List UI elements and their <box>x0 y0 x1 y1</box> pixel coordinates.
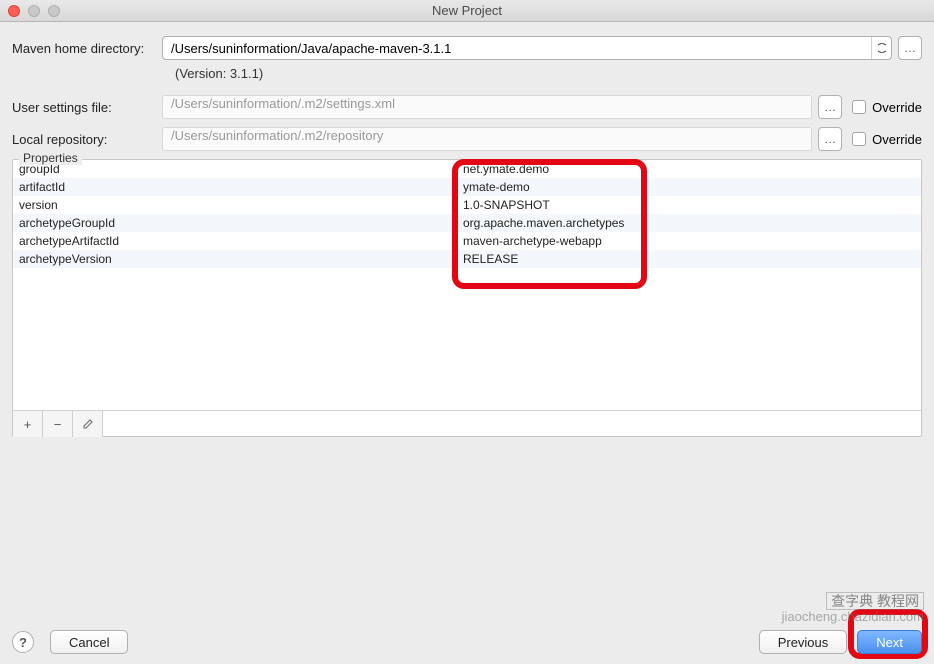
local-repo-label: Local repository: <box>12 132 162 147</box>
prop-value: RELEASE <box>457 252 921 266</box>
maven-version-text: (Version: 3.1.1) <box>175 66 922 81</box>
prop-key: artifactId <box>13 180 457 194</box>
browse-user-settings-button[interactable]: … <box>818 95 842 119</box>
prop-value: ymate-demo <box>457 180 921 194</box>
table-row[interactable]: artifactId ymate-demo <box>13 178 921 196</box>
user-settings-field: /Users/suninformation/.m2/settings.xml <box>162 95 812 119</box>
properties-legend: Properties <box>19 151 82 165</box>
table-row[interactable]: archetypeArtifactId maven-archetype-weba… <box>13 232 921 250</box>
override-user-settings-label: Override <box>872 100 922 115</box>
properties-table[interactable]: groupId net.ymate.demo artifactId ymate-… <box>13 160 921 410</box>
properties-toolbar: + − <box>13 410 921 436</box>
local-repo-value: /Users/suninformation/.m2/repository <box>171 128 383 143</box>
cancel-button[interactable]: Cancel <box>50 630 128 654</box>
override-local-repo-checkbox[interactable] <box>852 132 866 146</box>
local-repo-field: /Users/suninformation/.m2/repository <box>162 127 812 151</box>
help-button[interactable]: ? <box>12 631 34 653</box>
prop-value: net.ymate.demo <box>457 162 921 176</box>
prop-key: archetypeVersion <box>13 252 457 266</box>
user-settings-value: /Users/suninformation/.m2/settings.xml <box>171 96 395 111</box>
titlebar: New Project <box>0 0 934 22</box>
browse-local-repo-button[interactable]: … <box>818 127 842 151</box>
prop-key: archetypeGroupId <box>13 216 457 230</box>
prop-key: version <box>13 198 457 212</box>
watermark-line2: jiaocheng.chazidian.com <box>782 610 924 624</box>
prop-value: org.apache.maven.archetypes <box>457 216 921 230</box>
prop-value: 1.0-SNAPSHOT <box>457 198 921 212</box>
browse-maven-home-button[interactable]: … <box>898 36 922 60</box>
prop-key: archetypeArtifactId <box>13 234 457 248</box>
override-user-settings-checkbox[interactable] <box>852 100 866 114</box>
maven-home-value: /Users/suninformation/Java/apache-maven-… <box>171 41 451 56</box>
add-property-button[interactable]: + <box>13 411 43 437</box>
table-row[interactable]: groupId net.ymate.demo <box>13 160 921 178</box>
remove-property-button[interactable]: − <box>43 411 73 437</box>
prop-value: maven-archetype-webapp <box>457 234 921 248</box>
maven-home-label: Maven home directory: <box>12 41 162 56</box>
properties-fieldset: Properties groupId net.ymate.demo artifa… <box>12 159 922 437</box>
table-row[interactable]: version 1.0-SNAPSHOT <box>13 196 921 214</box>
user-settings-label: User settings file: <box>12 100 162 115</box>
table-row[interactable]: archetypeVersion RELEASE <box>13 250 921 268</box>
watermark-line1: 查字典 教程网 <box>826 592 924 610</box>
override-local-repo-label: Override <box>872 132 922 147</box>
previous-button[interactable]: Previous <box>759 630 848 654</box>
watermark: 查字典 教程网 jiaocheng.chazidian.com <box>782 592 924 624</box>
next-button[interactable]: Next <box>857 630 922 654</box>
dropdown-arrow-icon[interactable] <box>871 37 891 59</box>
pencil-icon <box>82 418 94 430</box>
table-row[interactable]: archetypeGroupId org.apache.maven.archet… <box>13 214 921 232</box>
maven-home-combo[interactable]: /Users/suninformation/Java/apache-maven-… <box>162 36 892 60</box>
window-title: New Project <box>0 3 934 18</box>
edit-property-button[interactable] <box>73 411 103 437</box>
